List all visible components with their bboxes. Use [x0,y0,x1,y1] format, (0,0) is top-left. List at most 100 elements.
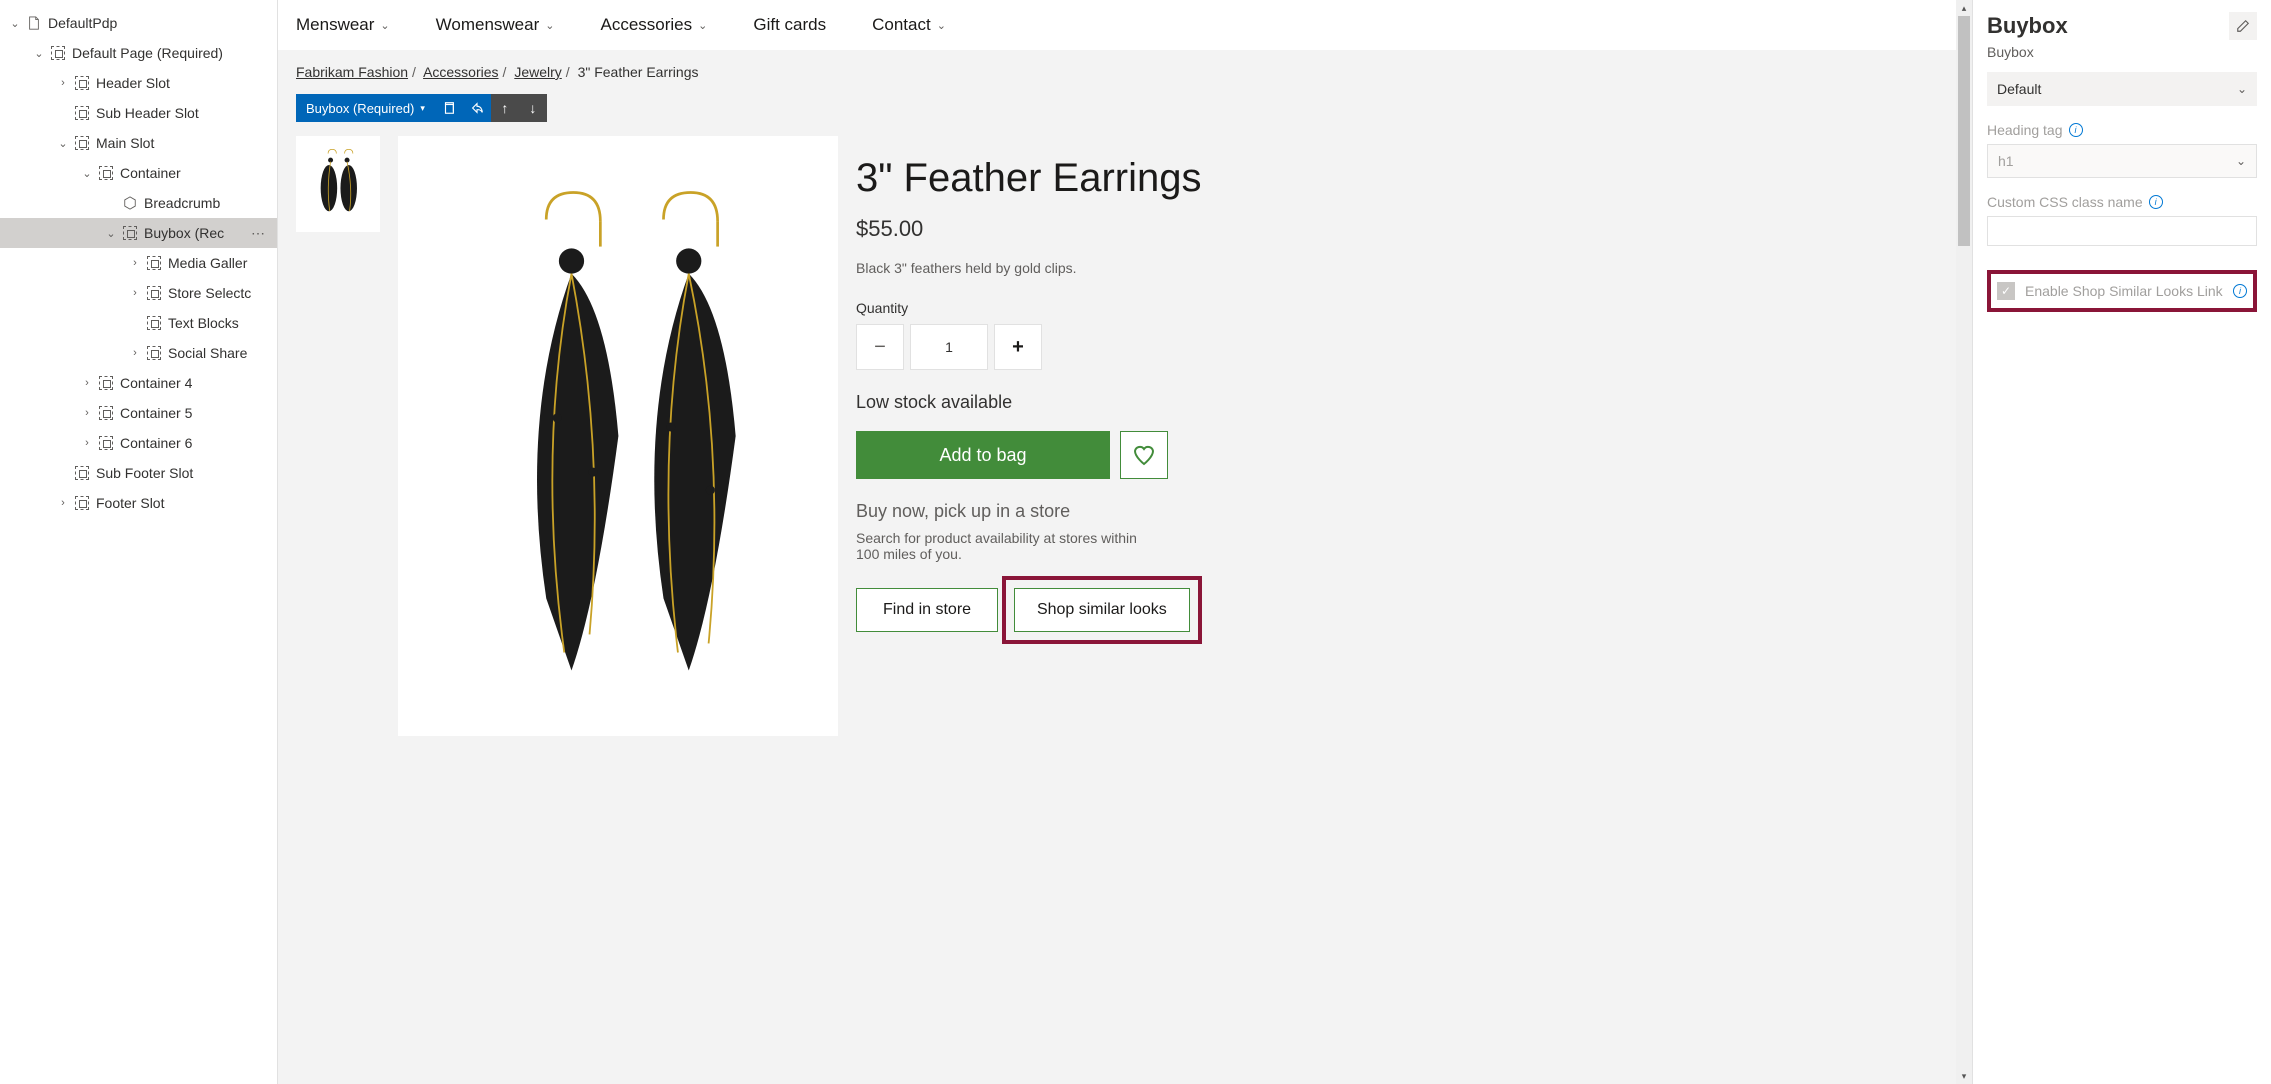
tree-item-container-5[interactable]: › Container 5 [0,398,277,428]
layout-select[interactable]: Default ⌄ [1987,72,2257,106]
tree-item-footer-slot[interactable]: › Footer Slot [0,488,277,518]
product-description: Black 3" feathers held by gold clips. [856,260,1938,276]
tree-item-container[interactable]: ⌄ Container [0,158,277,188]
tree-item-label: Footer Slot [96,495,269,511]
nav-item-gift-cards[interactable]: Gift cards [753,15,826,35]
copy-icon[interactable] [435,94,463,122]
tree-item-label: Container 4 [120,375,269,391]
tree-item-header-slot[interactable]: ›Header Slot [0,68,277,98]
tree-item-default-page-required-[interactable]: ⌄Default Page (Required) [0,38,277,68]
highlight-enable-ssl: ✓ Enable Shop Similar Looks Link i [1987,270,2257,312]
chevron-icon[interactable]: ⌄ [80,167,94,180]
chevron-icon[interactable]: ⌄ [32,47,46,60]
chevron-icon[interactable]: ⌄ [56,137,70,150]
tree-item-label: Main Slot [96,135,269,151]
tree-item-label: DefaultPdp [48,15,269,31]
slot-icon [146,315,162,331]
tree-item-label: Text Blocks [168,315,269,331]
chevron-icon[interactable]: › [56,77,70,89]
nav-item-accessories[interactable]: Accessories⌄ [600,15,707,35]
module-name-dropdown[interactable]: Buybox (Required) [296,101,435,116]
chevron-icon[interactable]: › [80,437,94,449]
quantity-label: Quantity [856,300,1938,316]
tree-item-label: Buybox (Rec [144,225,247,241]
heading-tag-value: h1 [1998,153,2014,169]
slot-icon [74,465,90,481]
slot-icon [98,165,114,181]
product-thumbnail[interactable] [296,136,380,232]
chevron-down-icon: ⌄ [937,19,946,32]
quantity-value: 1 [910,324,988,370]
breadcrumb-link[interactable]: Accessories [423,64,498,80]
slot-icon [74,105,90,121]
tree-item-defaultpdp[interactable]: ⌄ DefaultPdp [0,8,277,38]
scrollbar-thumb[interactable] [1958,16,1970,246]
chevron-down-icon: ⌄ [380,19,389,32]
nav-item-womenswear[interactable]: Womenswear⌄ [436,15,555,35]
breadcrumb-link[interactable]: Fabrikam Fashion [296,64,408,80]
tree-item-main-slot[interactable]: ⌄ Main Slot [0,128,277,158]
arrow-down-icon[interactable]: ↓ [519,94,547,122]
scroll-up-icon[interactable]: ▴ [1956,0,1972,16]
tree-item-sub-footer-slot[interactable]: ›Sub Footer Slot [0,458,277,488]
enable-ssl-label: Enable Shop Similar Looks Link [2025,283,2223,299]
chevron-down-icon: ⌄ [698,19,707,32]
slot-icon [122,225,138,241]
chevron-icon[interactable]: ⌄ [104,227,118,240]
tree-item-breadcrumb[interactable]: ›Breadcrumb [0,188,277,218]
slot-icon [146,255,162,271]
nav-item-menswear[interactable]: Menswear⌄ [296,15,390,35]
tree-item-label: Container 5 [120,405,269,421]
layout-value: Default [1997,81,2041,97]
outline-tree: ⌄ DefaultPdp ⌄Default Page (Required)›Head… [0,0,278,1084]
chevron-icon[interactable]: › [80,377,94,389]
tree-item-label: Sub Header Slot [96,105,269,121]
arrow-up-icon[interactable]: ↑ [491,94,519,122]
product-main-image [398,136,838,736]
nav-item-contact[interactable]: Contact⌄ [872,15,946,35]
tree-item-store-selectc[interactable]: › Store Selectc [0,278,277,308]
wishlist-button[interactable] [1120,431,1168,479]
share-icon[interactable] [463,94,491,122]
module-icon [122,195,138,211]
tree-item-media-galler[interactable]: › Media Galler [0,248,277,278]
chevron-icon[interactable]: › [80,407,94,419]
more-icon[interactable]: ⋯ [247,225,269,242]
tree-item-label: Media Galler [168,255,269,271]
tree-item-label: Container [120,165,269,181]
tree-item-container-6[interactable]: › Container 6 [0,428,277,458]
tree-item-social-share[interactable]: ›Social Share [0,338,277,368]
slot-icon [98,405,114,421]
tree-item-buybox-rec[interactable]: ⌄ Buybox (Rec⋯ [0,218,277,248]
edit-button[interactable] [2229,12,2257,40]
tree-item-sub-header-slot[interactable]: ›Sub Header Slot [0,98,277,128]
tree-item-label: Store Selectc [168,285,269,301]
quantity-increment[interactable]: + [994,324,1042,370]
tree-item-label: Container 6 [120,435,269,451]
info-icon[interactable]: i [2149,195,2163,209]
scroll-down-icon[interactable]: ▾ [1956,1068,1972,1084]
properties-subtitle: Buybox [1987,44,2257,60]
tree-item-text-blocks[interactable]: ›Text Blocks [0,308,277,338]
find-in-store-button[interactable]: Find in store [856,588,998,632]
shop-similar-looks-button[interactable]: Shop similar looks [1014,588,1190,632]
site-nav: Menswear⌄ Womenswear⌄ Accessories⌄ Gift car… [278,0,1956,50]
preview-scrollbar[interactable]: ▴ ▾ [1956,0,1972,1084]
add-to-bag-button[interactable]: Add to bag [856,431,1110,479]
breadcrumb-link[interactable]: Jewelry [514,64,561,80]
chevron-icon[interactable]: › [128,257,142,269]
chevron-icon[interactable]: ⌄ [8,17,22,30]
tree-item-container-4[interactable]: › Container 4 [0,368,277,398]
heading-tag-select[interactable]: h1 ⌄ [1987,144,2257,178]
page-icon [26,15,42,31]
chevron-icon[interactable]: › [56,497,70,509]
quantity-decrement[interactable]: − [856,324,904,370]
slot-icon [74,75,90,91]
chevron-icon[interactable]: › [128,347,142,359]
css-class-input[interactable] [1987,216,2257,246]
slot-icon [146,285,162,301]
info-icon[interactable]: i [2069,123,2083,137]
enable-ssl-checkbox[interactable]: ✓ [1997,282,2015,300]
info-icon[interactable]: i [2233,284,2247,298]
chevron-icon[interactable]: › [128,287,142,299]
